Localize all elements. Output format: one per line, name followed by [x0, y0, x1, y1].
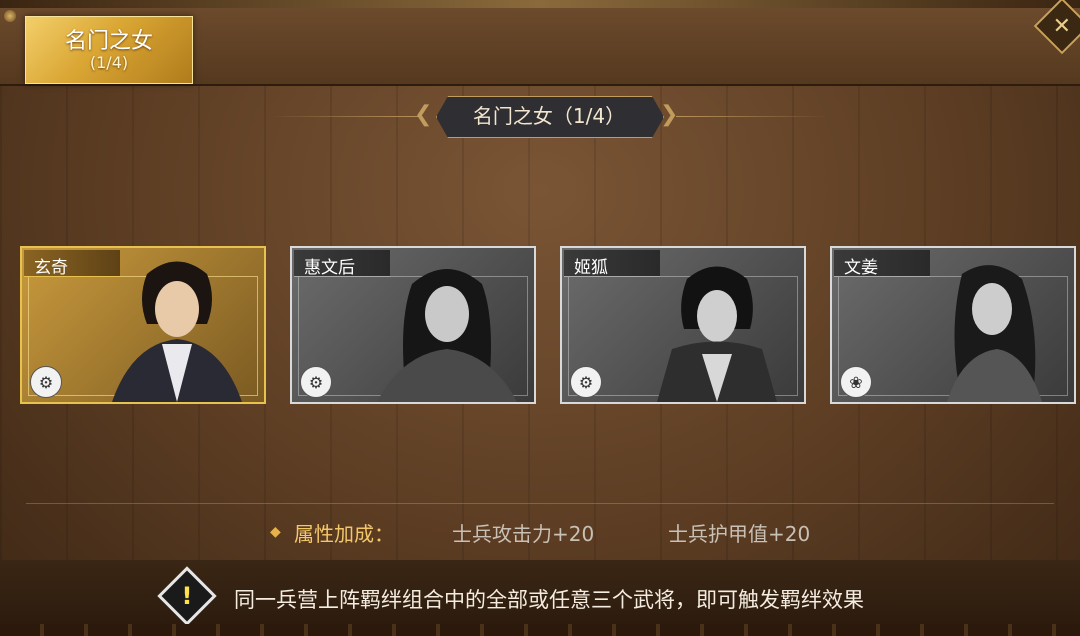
chariot-icon: ⚙ [570, 366, 602, 398]
title-line-left [270, 116, 420, 117]
name-tab: 玄奇 [24, 250, 120, 278]
name-tab: 文姜 [834, 250, 930, 278]
title-line-right [676, 116, 826, 117]
diamond-icon: ◆ [270, 524, 281, 540]
hero-card-jihu[interactable]: 姬狐 ⚙ [560, 246, 806, 404]
tab-progress: (1/4) [89, 53, 129, 72]
attribute-label: 属性加成： [294, 522, 394, 546]
close-icon: ✕ [1052, 13, 1072, 39]
chariot-icon: ⚙ [300, 366, 332, 398]
ornament-right-icon: ❯ [660, 102, 679, 127]
hero-name: 玄奇 [34, 258, 68, 278]
hero-name: 姬狐 [574, 258, 608, 278]
hero-card-xuanqi[interactable]: 玄奇 ⚙ [20, 246, 266, 404]
ornament-left-icon: ❮ [414, 102, 433, 127]
bottom-decoration [0, 624, 1080, 636]
chariot-icon: ⚙ [30, 366, 62, 398]
lotus-icon: ❀ [840, 366, 872, 398]
hero-name: 惠文后 [304, 258, 355, 278]
name-tab: 姬狐 [564, 250, 660, 278]
name-tab: 惠文后 [294, 250, 390, 278]
hero-card-wenjiang[interactable]: 文姜 ❀ [830, 246, 1076, 404]
tab-mingmen-zhinv[interactable]: 名门之女 (1/4) [25, 16, 193, 84]
tab-label: 名门之女 [64, 29, 153, 54]
attribute-bonus-attack: 士兵攻击力+20 [452, 522, 595, 546]
divider [26, 503, 1054, 504]
attribute-bonus-armor: 士兵护甲值+20 [668, 522, 811, 546]
top-decoration [0, 0, 1080, 8]
page-title: 名门之女（1/4） [472, 104, 626, 128]
corner-ornament-icon [4, 10, 16, 22]
hero-card-huiwenhou[interactable]: 惠文后 ⚙ [290, 246, 536, 404]
hero-name: 文姜 [844, 258, 878, 278]
exclamation-icon: ! [181, 582, 193, 610]
tip-text: 同一兵营上阵羁绊组合中的全部或任意三个武将，即可触发羁绊效果 [234, 588, 864, 612]
